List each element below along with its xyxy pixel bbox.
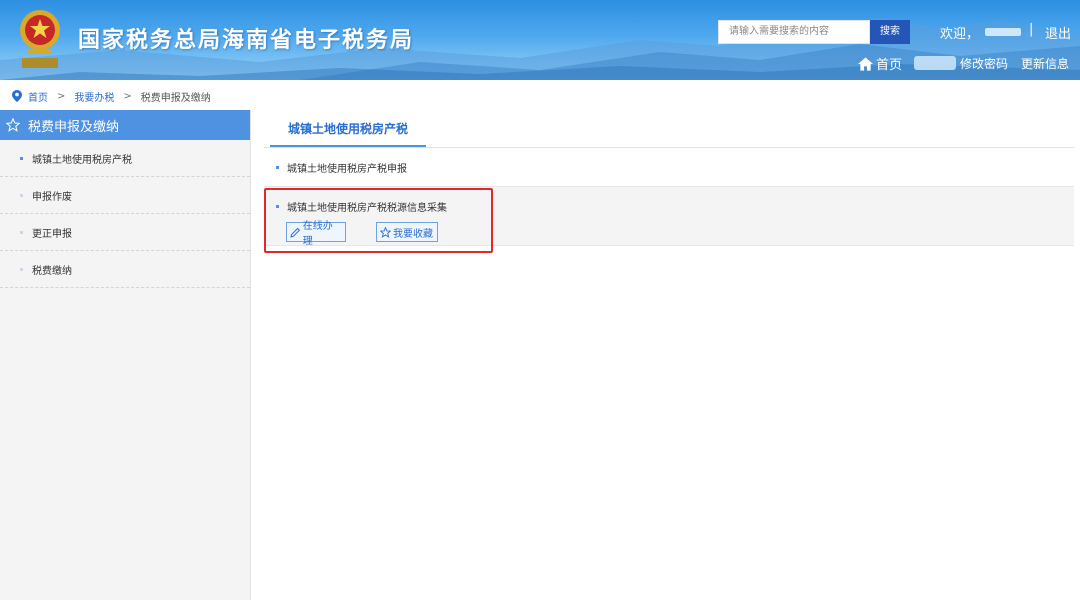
sidebar-item-label: 城镇土地使用税房产税 bbox=[32, 154, 132, 166]
highlight-box bbox=[264, 188, 493, 253]
search-button[interactable]: 搜索 bbox=[870, 20, 910, 44]
home-icon bbox=[858, 56, 873, 71]
breadcrumb-tax[interactable]: 我要办税 bbox=[74, 89, 114, 104]
redacted-block bbox=[914, 56, 956, 70]
breadcrumb: 首页 > 我要办税 > 税费申报及缴纳 bbox=[12, 86, 211, 106]
emblem-icon bbox=[20, 10, 60, 68]
location-pin-icon bbox=[12, 90, 22, 102]
sidebar-item-label: 更正申报 bbox=[32, 228, 72, 240]
star-outline-icon bbox=[6, 118, 20, 132]
breadcrumb-current: 税费申报及缴纳 bbox=[140, 92, 211, 104]
breadcrumb-home[interactable]: 首页 bbox=[28, 89, 48, 104]
site-title: 国家税务总局海南省电子税务局 bbox=[78, 28, 415, 53]
sidebar-item-land-property-tax[interactable]: 城镇土地使用税房产税 bbox=[0, 140, 250, 177]
list-item-title: 城镇土地使用税房产税申报 bbox=[287, 164, 407, 175]
sidebar-header-label: 税费申报及缴纳 bbox=[28, 119, 120, 135]
home-link[interactable]: 首页 bbox=[858, 54, 902, 73]
logout-link[interactable]: 退出 bbox=[1045, 23, 1071, 42]
username-redacted bbox=[985, 28, 1021, 36]
sidebar-item-tax-payment[interactable]: 税费缴纳 bbox=[0, 251, 250, 288]
separator: | bbox=[1029, 22, 1034, 37]
sidebar-item-void-declaration[interactable]: 申报作废 bbox=[0, 177, 250, 214]
tab-land-property-tax[interactable]: 城镇土地使用税房产税 bbox=[270, 117, 426, 147]
tab-divider bbox=[264, 147, 1074, 148]
sidebar-item-label: 申报作废 bbox=[32, 191, 72, 203]
bullet-icon bbox=[20, 193, 23, 197]
sidebar-item-correct-declaration[interactable]: 更正申报 bbox=[0, 214, 250, 251]
bullet-icon bbox=[20, 156, 23, 160]
update-info-link[interactable]: 更新信息 bbox=[1021, 55, 1069, 72]
sidebar-item-label: 税费缴纳 bbox=[32, 265, 72, 277]
bullet-icon bbox=[20, 230, 23, 234]
list-item-declaration[interactable]: 城镇土地使用税房产税申报 bbox=[276, 155, 1074, 180]
bullet-icon bbox=[276, 166, 279, 169]
breadcrumb-arrow: > bbox=[123, 90, 132, 102]
welcome-text: 欢迎， bbox=[940, 27, 980, 42]
top-banner: 国家税务总局海南省电子税务局 请输入需要搜索的内容 搜索 欢迎， | 退出 首页… bbox=[0, 0, 1080, 80]
sidebar-header[interactable]: 税费申报及缴纳 bbox=[0, 110, 250, 140]
breadcrumb-arrow: > bbox=[57, 90, 66, 102]
search-input[interactable]: 请输入需要搜索的内容 bbox=[718, 20, 870, 44]
sidebar: 税费申报及缴纳 城镇土地使用税房产税 申报作废 更正申报 税费缴纳 bbox=[0, 110, 251, 600]
change-password-link[interactable]: 修改密码 bbox=[960, 55, 1008, 72]
bullet-icon bbox=[20, 267, 23, 271]
home-label: 首页 bbox=[876, 58, 903, 73]
